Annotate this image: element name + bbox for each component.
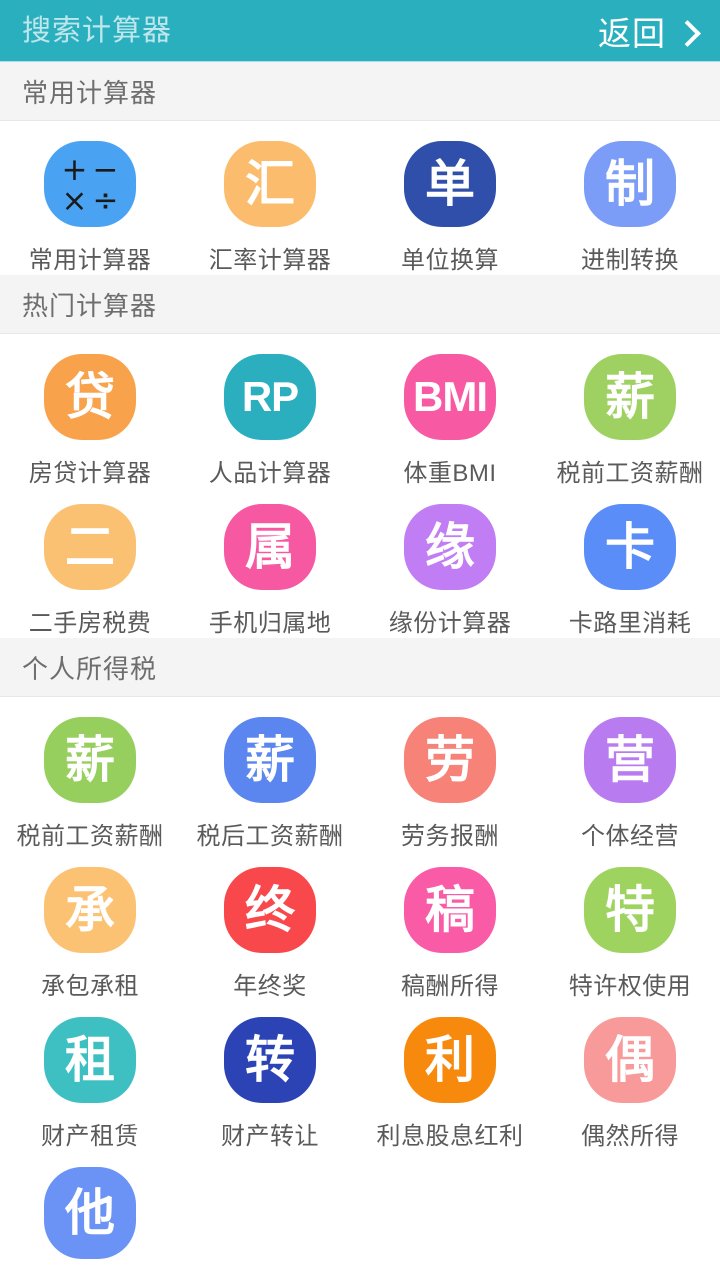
tile-glyph-icon: BMI	[404, 354, 496, 440]
calculator-grid: + − × ÷ 常用计算器汇汇率计算器单单位换算制进制转换	[0, 121, 720, 275]
tile-glyph-icon: 偶	[584, 1017, 676, 1103]
tile-label: 偶然所得	[581, 1123, 679, 1150]
tile-label: 承包承租	[41, 973, 139, 1000]
section-header: 常用计算器	[0, 62, 720, 121]
calculator-tile[interactable]: 薪税前工资薪酬	[540, 338, 720, 488]
tile-glyph-icon: 属	[224, 504, 316, 590]
calculator-tile[interactable]: 特特许权使用	[540, 851, 720, 1001]
tile-glyph-icon: 贷	[44, 354, 136, 440]
calculator-tile[interactable]: 营个体经营	[540, 701, 720, 851]
tile-glyph-icon: RP	[224, 354, 316, 440]
tile-label: 常用计算器	[28, 247, 152, 274]
calculator-tile[interactable]: 租财产租赁	[0, 1001, 180, 1151]
tile-glyph-icon: 单	[404, 141, 496, 227]
calculator-tile[interactable]: 制进制转换	[540, 125, 720, 275]
calculator-grid: 贷房贷计算器 RP 人品计算器 BMI 体重BMI 薪税前工资薪酬二二手房税费属手机归属地…	[0, 334, 720, 638]
tile-label: 手机归属地	[208, 610, 332, 637]
back-button[interactable]: 返回	[598, 7, 704, 55]
operator-glyph: +	[61, 152, 88, 188]
tile-label: 利息股息红利	[376, 1123, 524, 1150]
tile-glyph-icon: 营	[584, 717, 676, 803]
tile-label: 稿酬所得	[401, 973, 499, 1000]
tile-glyph-icon: 二	[44, 504, 136, 590]
chevron-right-icon	[676, 21, 696, 41]
tile-glyph-icon: 终	[224, 867, 316, 953]
calculator-tile[interactable]: BMI 体重BMI	[360, 338, 540, 488]
tile-label: 年终奖	[233, 973, 307, 1000]
top-search-bar: 搜索计算器 返回	[0, 0, 720, 62]
calculator-tile[interactable]: 缘缘份计算器	[360, 488, 540, 638]
tile-label: 财产租赁	[41, 1123, 139, 1150]
calculator-tile[interactable]: 承承包承租	[0, 851, 180, 1001]
tile-glyph-icon: 承	[44, 867, 136, 953]
tile-label: 房贷计算器	[28, 460, 152, 487]
tile-glyph-icon: 租	[44, 1017, 136, 1103]
calculator-tile[interactable]: + − × ÷ 常用计算器	[0, 125, 180, 275]
calculator-tile[interactable]: 终年终奖	[180, 851, 360, 1001]
back-button-label: 返回	[598, 14, 666, 52]
tile-glyph-icon: 缘	[404, 504, 496, 590]
tile-label: 税后工资薪酬	[196, 823, 344, 850]
calculator-tile[interactable]: 他	[0, 1151, 180, 1280]
tile-label: 二手房税费	[28, 610, 152, 637]
section-header: 热门计算器	[0, 275, 720, 334]
calculator-tile[interactable]: 二二手房税费	[0, 488, 180, 638]
tile-label: 缘份计算器	[388, 610, 512, 637]
calculator-tile[interactable]: 偶偶然所得	[540, 1001, 720, 1151]
operator-glyph-group: + − × ÷	[59, 152, 121, 217]
tile-label: 劳务报酬	[401, 823, 499, 850]
tile-label: 税前工资薪酬	[556, 460, 704, 487]
tile-glyph-icon: 转	[224, 1017, 316, 1103]
tile-label: 体重BMI	[403, 460, 497, 487]
calculator-sections: 常用计算器 + − × ÷ 常用计算器汇汇率计算器单单位换算制进制转换 热门计算器贷房贷计算…	[0, 62, 720, 1280]
operator-glyph: ÷	[92, 183, 119, 219]
tile-label: 汇率计算器	[208, 247, 332, 274]
tile-glyph-icon: 薪	[44, 717, 136, 803]
tile-label: 财产转让	[221, 1123, 319, 1150]
calculator-tile[interactable]: 薪税前工资薪酬	[0, 701, 180, 851]
calculator-tile[interactable]: 属手机归属地	[180, 488, 360, 638]
calculator-tile[interactable]: 劳劳务报酬	[360, 701, 540, 851]
operator-glyph: ×	[61, 183, 88, 219]
calculator-tile[interactable]: 卡卡路里消耗	[540, 488, 720, 638]
calculator-tile[interactable]: 汇汇率计算器	[180, 125, 360, 275]
operator-glyph: −	[92, 152, 119, 188]
tile-label: 单位换算	[401, 247, 499, 274]
tile-label: 特许权使用	[568, 973, 692, 1000]
tile-glyph-icon: 卡	[584, 504, 676, 590]
tile-label: 税前工资薪酬	[16, 823, 164, 850]
tile-glyph-icon: 特	[584, 867, 676, 953]
search-input[interactable]: 搜索计算器	[22, 0, 172, 62]
tile-glyph-icon: 汇	[224, 141, 316, 227]
calculator-tile[interactable]: 贷房贷计算器	[0, 338, 180, 488]
tile-glyph-icon: 劳	[404, 717, 496, 803]
calculator-tile[interactable]: RP 人品计算器	[180, 338, 360, 488]
calculator-tile[interactable]: 转财产转让	[180, 1001, 360, 1151]
tile-glyph-icon: 利	[404, 1017, 496, 1103]
calculator-tile[interactable]: 薪税后工资薪酬	[180, 701, 360, 851]
tile-glyph-icon: 薪	[584, 354, 676, 440]
tile-glyph-icon: 他	[44, 1167, 136, 1259]
calculator-tile[interactable]: 利利息股息红利	[360, 1001, 540, 1151]
calculator-tile[interactable]: 稿稿酬所得	[360, 851, 540, 1001]
calculator-grid: 薪税前工资薪酬薪税后工资薪酬劳劳务报酬营个体经营承承包承租终年终奖稿稿酬所得特特…	[0, 697, 720, 1280]
tile-glyph-icon: 稿	[404, 867, 496, 953]
tile-glyph-icon: 薪	[224, 717, 316, 803]
tile-label: 人品计算器	[208, 460, 332, 487]
tile-label: 进制转换	[581, 247, 679, 274]
calculator-operators-icon: + − × ÷	[44, 141, 136, 227]
tile-glyph-icon: 制	[584, 141, 676, 227]
calculator-tile[interactable]: 单单位换算	[360, 125, 540, 275]
tile-label: 卡路里消耗	[568, 610, 692, 637]
tile-label: 个体经营	[581, 823, 679, 850]
section-header: 个人所得税	[0, 638, 720, 697]
